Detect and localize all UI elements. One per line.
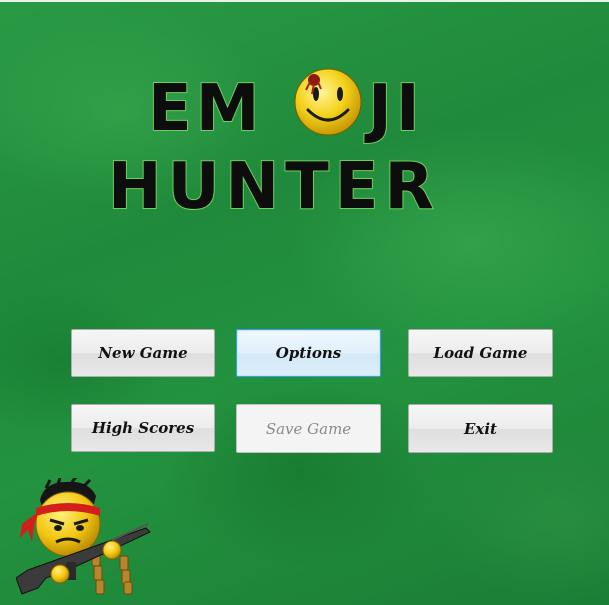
game-title-logo: EM JI HUNTER: [100, 68, 520, 218]
save-game-button[interactable]: Save Game: [236, 404, 381, 453]
exit-button[interactable]: Exit: [408, 404, 553, 453]
exit-label: Exit: [463, 419, 497, 438]
commando-emoji-mascot: [15, 476, 154, 598]
high-scores-label: High Scores: [91, 419, 195, 437]
main-menu-screen: EM JI HUNTER New Game Options Load Game …: [0, 0, 609, 605]
load-game-button[interactable]: Load Game: [408, 329, 553, 377]
wounded-smiley-icon: [294, 68, 362, 136]
new-game-label: New Game: [98, 344, 188, 362]
window-top-edge: [0, 0, 609, 2]
save-game-label: Save Game: [265, 419, 352, 438]
load-game-label: Load Game: [433, 344, 528, 362]
options-button[interactable]: Options: [236, 329, 381, 377]
new-game-button[interactable]: New Game: [71, 329, 215, 377]
high-scores-button[interactable]: High Scores: [71, 404, 215, 452]
game-title: EM JI HUNTER: [107, 68, 440, 218]
title-line1-after: JI: [364, 72, 424, 146]
title-line2: HUNTER: [108, 150, 440, 218]
options-label: Options: [275, 344, 342, 362]
title-line1-before: EM: [148, 72, 263, 146]
commando-emoji-icon: [15, 476, 151, 595]
